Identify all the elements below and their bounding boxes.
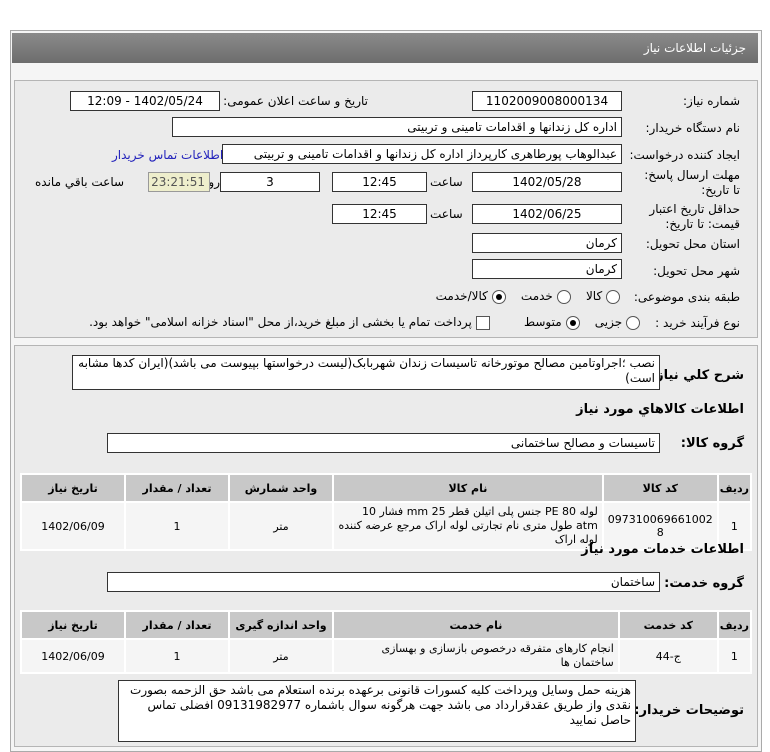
cell-unit: متر [228, 501, 334, 551]
services-section-title: اطلاعات خدمات مورد نیاز [581, 542, 744, 557]
process-option-label: متوسط [523, 315, 562, 329]
col-header: ردیف [716, 610, 753, 640]
category-radio-goods[interactable] [606, 289, 620, 304]
services-table: ردیف کد خدمت نام خدمت واحد اندازه گیری ت… [20, 610, 753, 674]
col-header: نام کالا [332, 473, 604, 503]
buyer-org-label: نام دستگاه خریدار: [645, 121, 741, 135]
creator-label: ایجاد کننده درخواست: [629, 148, 740, 162]
process-radio-group: جزیی متوسط پرداخت تمام یا بخشی از مبلغ خ… [89, 315, 640, 330]
description-label: شرح کلي نیاز: [650, 368, 744, 383]
cell-unit: متر [228, 638, 334, 674]
province-label: استان محل تحویل: [645, 237, 740, 251]
col-header: واحد شمارش [228, 473, 334, 503]
cell-need-date: 1402/06/09 [20, 501, 126, 551]
category-option-label: خدمت [520, 289, 553, 303]
col-header: تعداد / مقدار [124, 473, 230, 503]
cell-quantity: 1 [124, 638, 230, 674]
category-label: طبقه بندی موضوعی: [633, 290, 740, 304]
goods-table: ردیف کد کالا نام کالا واحد شمارش تعداد /… [20, 473, 753, 551]
cell-row-number: 1 [716, 638, 753, 674]
deadline-label: مهلت ارسال پاسخ: تا تاریخ: [644, 168, 740, 197]
announce-label: تاریخ و ساعت اعلان عمومی: [223, 94, 368, 108]
need-number-field: 1102009008000134 [472, 91, 622, 111]
table-row: 1 ج-44 انجام کارهای متفرقه درخصوص بازساز… [20, 638, 753, 674]
contact-buyer-link[interactable]: اطلاعات تماس خریدار [112, 148, 223, 162]
deadline-time-label: ساعت [430, 175, 463, 189]
buyer-notes-label: توضیحات خریدار: [634, 703, 744, 718]
process-radio-medium[interactable] [565, 315, 580, 330]
category-radio-service[interactable] [556, 289, 571, 304]
services-table-header: ردیف کد خدمت نام خدمت واحد اندازه گیری ت… [20, 610, 753, 640]
category-radio-goods-service[interactable] [491, 289, 506, 304]
validity-date-field: 1402/06/25 [472, 204, 622, 224]
process-option-label: جزیی [594, 315, 623, 329]
process-radio-minor[interactable] [626, 315, 640, 330]
process-label: نوع فرآیند خرید : [655, 316, 740, 330]
goods-table-header: ردیف کد کالا نام کالا واحد شمارش تعداد /… [20, 473, 753, 503]
col-header: کد خدمت [617, 610, 719, 640]
need-number-label: شماره نیاز: [683, 94, 740, 108]
description-field: نصب ؛اجراوتامین مصالح موتورخانه تاسیسات … [72, 355, 660, 390]
city-field: کرمان [472, 259, 622, 279]
category-option-label: کالا [585, 289, 603, 303]
validity-time-label: ساعت [430, 207, 463, 221]
cell-service-name: انجام کارهای متفرقه درخصوص بازسازی و بهس… [332, 638, 620, 674]
treasury-payment-checkbox[interactable] [475, 315, 490, 330]
remaining-time-field: 23:21:51 [148, 172, 210, 192]
buyer-org-field: اداره کل زندانها و اقدامات تامینی و تربی… [172, 117, 622, 137]
cell-goods-name: لوله PE 80 جنس پلی اتیلن قطر 25 mm فشار … [332, 501, 604, 551]
deadline-time-field: 12:45 [332, 172, 427, 192]
page-title: جزئیات اطلاعات نیاز [643, 41, 746, 55]
col-header: تاریخ نیاز [20, 473, 126, 503]
city-label: شهر محل تحویل: [653, 264, 740, 278]
service-group-field: ساختمان [107, 572, 660, 592]
col-header: تعداد / مقدار [124, 610, 230, 640]
col-header: کد کالا [601, 473, 719, 503]
validity-time-field: 12:45 [332, 204, 427, 224]
goods-section-title: اطلاعات کالاهاي مورد نیاز [576, 402, 744, 417]
category-option-label: کالا/خدمت [435, 289, 488, 303]
remaining-label: ساعت باقي مانده [35, 175, 125, 189]
col-header: تاریخ نیاز [20, 610, 126, 640]
announce-field: 1402/05/24 - 12:09 [70, 91, 220, 111]
goods-group-field: تاسیسات و مصالح ساختمانی [107, 433, 660, 453]
province-field: کرمان [472, 233, 622, 253]
deadline-date-field: 1402/05/28 [472, 172, 622, 192]
cell-need-date: 1402/06/09 [20, 638, 126, 674]
page-header: جزئیات اطلاعات نیاز [12, 33, 758, 63]
validity-label: حداقل تاریخ اعتبار قیمت: تا تاریخ: [649, 202, 740, 231]
col-header: ردیف [716, 473, 753, 503]
payment-note: پرداخت تمام یا بخشی از مبلغ خرید،از محل … [89, 315, 472, 329]
cell-service-code: ج-44 [617, 638, 719, 674]
buyer-notes-field: هزینه حمل وسایل وپرداخت کلیه کسورات قانو… [118, 680, 636, 742]
cell-quantity: 1 [124, 501, 230, 551]
creator-field: عبدالوهاب پورطاهری کارپرداز اداره کل زند… [222, 144, 622, 164]
col-header: نام خدمت [332, 610, 620, 640]
service-group-label: گروه خدمت: [664, 576, 744, 591]
col-header: واحد اندازه گیری [228, 610, 334, 640]
days-field: 3 [220, 172, 320, 192]
goods-group-label: گروه کالا: [680, 436, 744, 451]
category-radio-group: کالا خدمت کالا/خدمت [436, 289, 620, 304]
